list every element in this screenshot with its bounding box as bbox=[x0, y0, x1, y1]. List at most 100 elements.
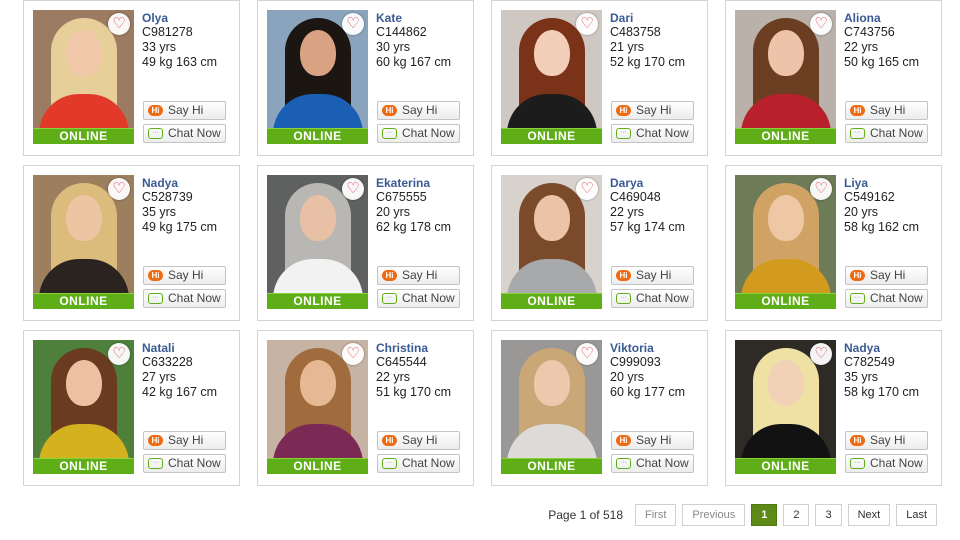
profile-photo[interactable]: ♡ bbox=[735, 10, 836, 128]
page-2-button[interactable]: 2 bbox=[783, 504, 810, 526]
say-hi-button[interactable]: Hi Say Hi bbox=[377, 101, 460, 120]
next-page-button[interactable]: Next bbox=[847, 504, 891, 526]
page-1-button[interactable]: 1 bbox=[751, 504, 778, 526]
profile-id: C743756 bbox=[844, 25, 895, 39]
add-favorite-heart-icon[interactable]: ♡ bbox=[108, 178, 130, 200]
chat-now-label: Chat Now bbox=[870, 291, 923, 305]
chat-now-button[interactable]: ··· Chat Now bbox=[845, 289, 928, 308]
profile-photo[interactable]: ♡ bbox=[33, 10, 134, 128]
profile-name[interactable]: Ekaterina bbox=[376, 176, 471, 190]
profile-name[interactable]: Kate bbox=[376, 11, 471, 25]
profile-photo[interactable]: ♡ bbox=[501, 340, 602, 458]
add-favorite-heart-icon[interactable]: ♡ bbox=[108, 343, 130, 365]
chat-bubble-icon: ··· bbox=[148, 458, 163, 469]
profile-name[interactable]: Dari bbox=[610, 11, 705, 25]
chat-now-button[interactable]: ··· Chat Now bbox=[143, 124, 226, 143]
photo-face bbox=[534, 360, 570, 406]
profile-name[interactable]: Natali bbox=[142, 341, 237, 355]
profile-name[interactable]: Viktoria bbox=[610, 341, 705, 355]
profile-id: C981278 bbox=[142, 25, 193, 39]
chat-now-button[interactable]: ··· Chat Now bbox=[377, 289, 460, 308]
chat-bubble-icon: ··· bbox=[616, 458, 631, 469]
chat-now-button[interactable]: ··· Chat Now bbox=[611, 454, 694, 473]
say-hi-icon: Hi bbox=[850, 105, 865, 116]
profile-info: Natali C633228 27 yrs 42 kg 167 cm bbox=[142, 341, 237, 400]
say-hi-label: Say Hi bbox=[402, 433, 438, 447]
say-hi-icon: Hi bbox=[148, 435, 163, 446]
say-hi-button[interactable]: Hi Say Hi bbox=[143, 101, 226, 120]
say-hi-button[interactable]: Hi Say Hi bbox=[143, 266, 226, 285]
chat-now-button[interactable]: ··· Chat Now bbox=[143, 454, 226, 473]
page-3-button[interactable]: 3 bbox=[815, 504, 842, 526]
say-hi-button[interactable]: Hi Say Hi bbox=[611, 266, 694, 285]
profile-name[interactable]: Nadya bbox=[844, 341, 939, 355]
add-favorite-heart-icon[interactable]: ♡ bbox=[576, 343, 598, 365]
profile-photo[interactable]: ♡ bbox=[33, 175, 134, 293]
say-hi-button[interactable]: Hi Say Hi bbox=[611, 431, 694, 450]
add-favorite-heart-icon[interactable]: ♡ bbox=[342, 343, 364, 365]
add-favorite-heart-icon[interactable]: ♡ bbox=[810, 178, 832, 200]
profile-age: 35 yrs bbox=[844, 370, 879, 384]
add-favorite-heart-icon[interactable]: ♡ bbox=[576, 178, 598, 200]
say-hi-icon: Hi bbox=[616, 105, 631, 116]
say-hi-button[interactable]: Hi Say Hi bbox=[611, 101, 694, 120]
say-hi-icon: Hi bbox=[148, 105, 163, 116]
previous-page-button[interactable]: Previous bbox=[682, 504, 746, 526]
add-favorite-heart-icon[interactable]: ♡ bbox=[108, 13, 130, 35]
online-status-badge: ONLINE bbox=[501, 458, 602, 474]
say-hi-label: Say Hi bbox=[168, 268, 204, 282]
chat-now-button[interactable]: ··· Chat Now bbox=[611, 124, 694, 143]
add-favorite-heart-icon[interactable]: ♡ bbox=[342, 13, 364, 35]
profile-card: ♡ ONLINE Liya C549162 20 yrs 58 kg 162 c… bbox=[725, 165, 942, 321]
chat-bubble-icon: ··· bbox=[850, 458, 865, 469]
profile-age: 20 yrs bbox=[610, 370, 645, 384]
add-favorite-heart-icon[interactable]: ♡ bbox=[810, 13, 832, 35]
profile-photo[interactable]: ♡ bbox=[33, 340, 134, 458]
photo-face bbox=[66, 360, 102, 406]
profile-stats: 58 kg 162 cm bbox=[844, 220, 920, 234]
chat-now-button[interactable]: ··· Chat Now bbox=[377, 124, 460, 143]
profile-name[interactable]: Darya bbox=[610, 176, 705, 190]
say-hi-button[interactable]: Hi Say Hi bbox=[845, 101, 928, 120]
profile-photo[interactable]: ♡ bbox=[735, 175, 836, 293]
chat-now-button[interactable]: ··· Chat Now bbox=[845, 454, 928, 473]
profile-photo[interactable]: ♡ bbox=[267, 175, 368, 293]
profile-photo[interactable]: ♡ bbox=[735, 340, 836, 458]
profile-name[interactable]: Olya bbox=[142, 11, 237, 25]
say-hi-label: Say Hi bbox=[402, 103, 438, 117]
chat-now-button[interactable]: ··· Chat Now bbox=[611, 289, 694, 308]
profile-name[interactable]: Nadya bbox=[142, 176, 237, 190]
say-hi-button[interactable]: Hi Say Hi bbox=[377, 431, 460, 450]
add-favorite-heart-icon[interactable]: ♡ bbox=[342, 178, 364, 200]
profile-card: ♡ ONLINE Dari C483758 21 yrs 52 kg 170 c… bbox=[491, 0, 708, 156]
profile-age: 33 yrs bbox=[142, 40, 177, 54]
profile-name[interactable]: Aliona bbox=[844, 11, 939, 25]
add-favorite-heart-icon[interactable]: ♡ bbox=[576, 13, 598, 35]
chat-now-button[interactable]: ··· Chat Now bbox=[845, 124, 928, 143]
chat-now-button[interactable]: ··· Chat Now bbox=[377, 454, 460, 473]
say-hi-button[interactable]: Hi Say Hi bbox=[143, 431, 226, 450]
profile-photo[interactable]: ♡ bbox=[501, 10, 602, 128]
add-favorite-heart-icon[interactable]: ♡ bbox=[810, 343, 832, 365]
say-hi-button[interactable]: Hi Say Hi bbox=[845, 431, 928, 450]
chat-bubble-icon: ··· bbox=[382, 128, 397, 139]
online-status-badge: ONLINE bbox=[501, 128, 602, 144]
profile-photo[interactable]: ♡ bbox=[267, 10, 368, 128]
say-hi-button[interactable]: Hi Say Hi bbox=[845, 266, 928, 285]
first-page-button[interactable]: First bbox=[635, 504, 677, 526]
online-status-badge: ONLINE bbox=[501, 293, 602, 309]
photo-face bbox=[768, 195, 804, 241]
profile-name[interactable]: Liya bbox=[844, 176, 939, 190]
chat-now-button[interactable]: ··· Chat Now bbox=[143, 289, 226, 308]
profile-photo[interactable]: ♡ bbox=[267, 340, 368, 458]
profile-photo[interactable]: ♡ bbox=[501, 175, 602, 293]
photo-face bbox=[300, 195, 336, 241]
say-hi-button[interactable]: Hi Say Hi bbox=[377, 266, 460, 285]
profile-id: C549162 bbox=[844, 190, 895, 204]
profile-stats: 62 kg 178 cm bbox=[376, 220, 452, 234]
profile-name[interactable]: Christina bbox=[376, 341, 471, 355]
online-status-badge: ONLINE bbox=[33, 128, 134, 144]
profile-info: Ekaterina C675555 20 yrs 62 kg 178 cm bbox=[376, 176, 471, 235]
profile-info: Olya C981278 33 yrs 49 kg 163 cm bbox=[142, 11, 237, 70]
last-page-button[interactable]: Last bbox=[896, 504, 937, 526]
